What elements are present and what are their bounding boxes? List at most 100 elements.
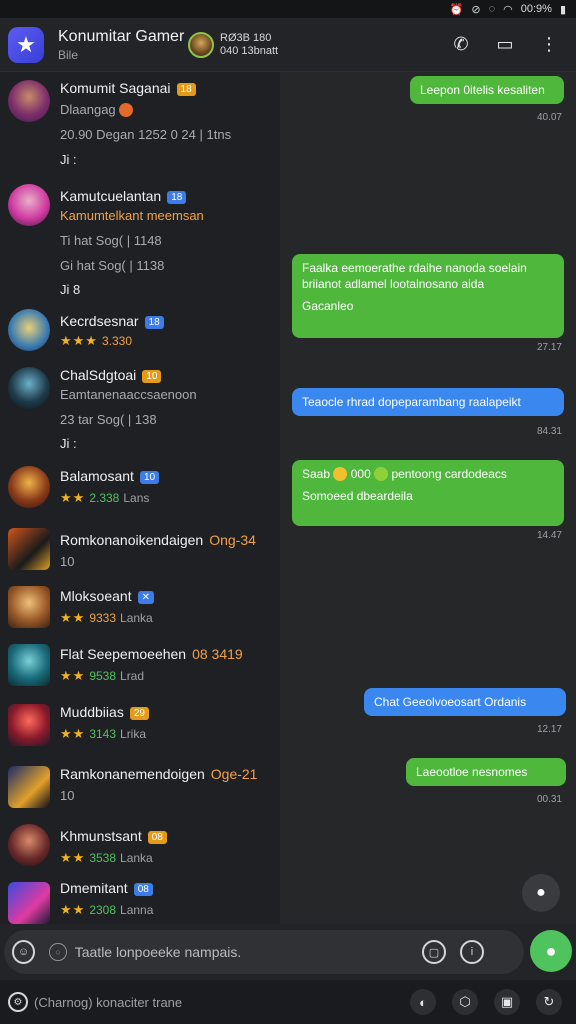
avatar [8, 644, 50, 686]
mic-icon: ● [545, 940, 557, 961]
bottom-bar-label: (Charnog) konaciter trane [34, 994, 183, 1010]
avatar [8, 309, 50, 351]
conversation-rating: ★★ 9538 Lrad [60, 668, 145, 683]
conversation-rating: ★★ 2308 Lanna [60, 902, 154, 917]
list-item[interactable]: Kamutcuelantan 18 Kamumtelkant meemsan Ti… [0, 182, 280, 307]
message-text-2: Gacanleo [302, 299, 354, 313]
message-bubble[interactable]: Faalka eemoerathe rdaihe nanoda soelain … [292, 254, 564, 338]
avatar [8, 528, 50, 570]
call-icon[interactable]: ✆ [450, 34, 472, 55]
smiley-icon [374, 467, 389, 481]
mute-icon: ⊘ [471, 3, 481, 16]
sticker-icon[interactable]: ▢ [422, 940, 446, 964]
conversation-name: Balamosant 10 [60, 468, 160, 484]
conversation-preview: Dlaangag [60, 102, 134, 117]
conversation-rating: ★★★ 3.330 [60, 333, 132, 348]
message-bubble[interactable]: Chat Geeolvoeosart Ordanis [364, 688, 566, 716]
conversation-meta: Ti hat Sog( | 1148 [60, 233, 162, 248]
top-bar: ★ Konumitar Gamer Bile RØ3B 180 040 13bn… [0, 18, 576, 72]
list-item[interactable]: Kecrdsesnar 18 ★★★ 3.330 [0, 307, 280, 365]
list-item[interactable]: Balamosant 10 ★★ 2.338 Lans [0, 462, 280, 520]
conversation-name: Dmemitant 08 [60, 880, 153, 896]
list-item[interactable]: Mloksoeant ✕ ★★ 9333 Lanka [0, 582, 280, 640]
header-user-line1: RØ3B 180 [220, 31, 272, 44]
silent-icon: ◌ [488, 3, 496, 15]
page-subtitle: Bile [58, 47, 79, 62]
avatar [8, 466, 50, 508]
message-bubble[interactable]: Teaocle rhrad dopeparambang raalapeikt [292, 388, 564, 416]
header-actions: ✆ ▭ ⋮ [450, 34, 576, 55]
more-options-icon[interactable]: ⋮ [538, 34, 560, 55]
status-bar: ⏰ ⊘ ◌ ◠ 00:9% ▮ [0, 0, 576, 18]
conversation-rating: ★★ 2.338 Lans [60, 490, 150, 505]
chat-panel: Leepon 0itelis kesaliten 40.07 Faalka ee… [280, 72, 576, 924]
refresh-icon[interactable]: ↻ [536, 989, 562, 1015]
list-item[interactable]: Flat Seepemoeehen 08 3419 ★★ 9538 Lrad [0, 640, 280, 698]
message-bubble[interactable]: Laeootloe nesnomes [406, 758, 566, 786]
conversation-preview: Eamtanenaaccsaenoon [60, 387, 197, 402]
message-text-2: Somoeed dbeardeila [302, 489, 413, 503]
bottom-actions: ◐ ⬡ ▣ ↻ [410, 989, 576, 1015]
toggle-icon[interactable]: ◐ [410, 989, 436, 1015]
list-item[interactable]: ChalSdgtoai 10 Eamtanenaaccsaenoon 23 tar… [0, 365, 280, 462]
message-composer: ☺ ○ Taatle lonpoeeke nampais. ▢ i ● [0, 924, 576, 980]
list-item[interactable]: Muddbiias 29 ★★ 3143 Lrika [0, 698, 280, 758]
header-user-info: RØ3B 180 040 13bnatt [220, 32, 278, 58]
mic-icon: ● [536, 884, 546, 901]
list-item[interactable]: Komumit Saganai 18 Dlaangag 20.90 Degan 1… [0, 72, 280, 182]
gamepad-icon[interactable]: ▣ [494, 989, 520, 1015]
avatar [8, 704, 50, 746]
message-text: Saab 000 pentoong cardodeacs [302, 467, 507, 481]
avatar [8, 824, 50, 866]
header-user-line2: 040 13bnatt [220, 44, 279, 57]
conversation-preview: Kamumtelkant meemsan [60, 208, 204, 223]
voice-note-button[interactable]: ● [522, 874, 560, 912]
avatar [8, 184, 50, 226]
conversation-name: Ramkonanemendoigen Oge-21 [60, 766, 258, 782]
message-bubble[interactable]: Leepon 0itelis kesaliten [410, 76, 564, 104]
emoji-icon[interactable]: ☺ [12, 940, 36, 964]
conversation-rating: ★★ 3143 Lrika [60, 726, 147, 741]
conversation-meta-3: Ji 8 [60, 282, 81, 297]
settings-icon[interactable]: ⚙ [8, 992, 28, 1012]
conversation-meta: 20.90 Degan 1252 0 24 | 1tns [60, 127, 232, 142]
bottom-bar: ⚙ (Charnog) konaciter trane ◐ ⬡ ▣ ↻ [0, 980, 576, 1024]
status-text: 00:9% [520, 3, 552, 15]
avatar [8, 586, 50, 628]
wifi-icon: ◠ [503, 3, 513, 16]
list-item[interactable]: Khmunstsant 08 ★★ 3538 Lanka [0, 820, 280, 878]
conversation-name: Kamutcuelantan 18 [60, 188, 187, 204]
conversation-meta-2: Gi hat Sog( | 1138 [60, 258, 165, 273]
smiley-icon [333, 467, 348, 481]
avatar [8, 80, 50, 122]
conversation-meta: 23 tar Sog( | 138 [60, 412, 157, 427]
conversation-name: ChalSdgtoai 10 [60, 367, 162, 383]
list-item[interactable]: Romkonanoikendaigen Ong-34 10 [0, 520, 280, 582]
message-text: Faalka eemoerathe rdaihe nanoda soelain … [302, 261, 527, 291]
conversation-preview: 10 [60, 554, 75, 569]
header-titles: Konumitar Gamer Bile [58, 28, 188, 62]
info-icon[interactable]: i [460, 940, 484, 964]
conversation-meta-2: Ji : [60, 152, 77, 167]
message-input-pill[interactable]: ☺ ○ Taatle lonpoeeke nampais. ▢ i [4, 930, 524, 974]
conversation-rating: ★★ 9333 Lanka [60, 610, 153, 625]
conversation-name: Komumit Saganai 18 [60, 80, 196, 96]
list-item[interactable]: Dmemitant 08 ★★ 2308 Lanna [0, 878, 280, 924]
app-logo-icon[interactable]: ★ [8, 26, 44, 63]
conversation-list: Komumit Saganai 18 Dlaangag 20.90 Degan 1… [0, 72, 280, 924]
avatar[interactable] [188, 31, 214, 58]
avatar [8, 882, 50, 924]
message-input[interactable]: Taatle lonpoeeke nampais. [75, 944, 422, 960]
mic-button[interactable]: ● [530, 930, 572, 972]
video-call-icon[interactable]: ▭ [494, 34, 516, 55]
message-timestamp: 14.47 [536, 530, 562, 541]
list-item[interactable]: Ramkonanemendoigen Oge-21 10 [0, 758, 280, 820]
message-bubble[interactable]: Saab 000 pentoong cardodeacs Somoeed dbe… [292, 460, 564, 526]
message-timestamp: 12.17 [536, 724, 562, 735]
conversation-name: Khmunstsant 08 [60, 828, 167, 844]
attach-icon[interactable]: ○ [49, 943, 67, 961]
avatar [8, 766, 50, 808]
share-icon[interactable]: ⬡ [452, 989, 478, 1015]
conversation-name: Flat Seepemoeehen 08 3419 [60, 646, 243, 662]
conversation-name: Mloksoeant ✕ [60, 588, 154, 604]
